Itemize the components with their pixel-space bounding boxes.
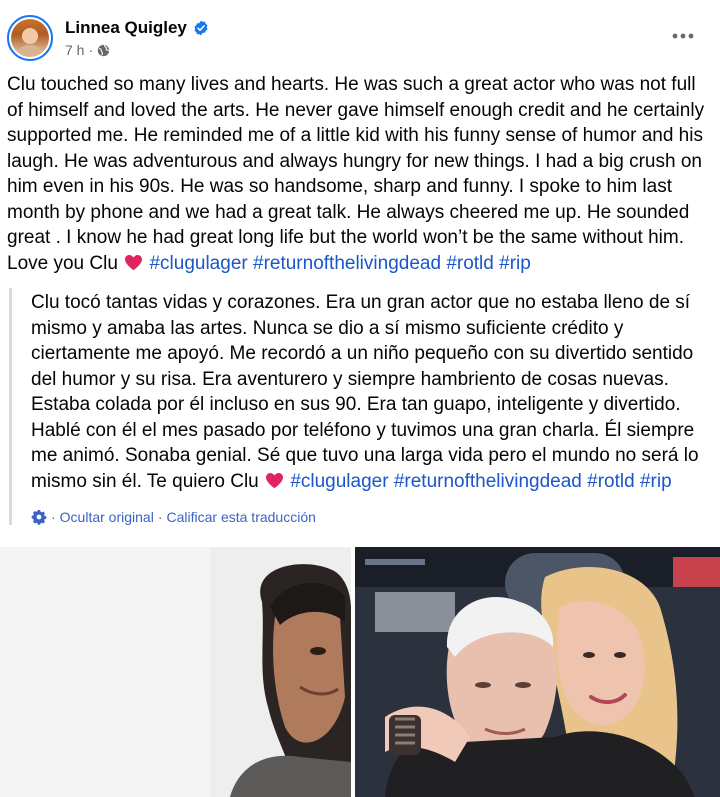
post-header: Linnea Quigley 7 h · (7, 14, 209, 62)
hashtag-link[interactable]: #rotld (587, 471, 635, 492)
hashtag-link[interactable]: #rotld (446, 253, 494, 274)
hashtag-link[interactable]: #returnofthelivingdead (253, 253, 441, 274)
more-options-icon (672, 33, 694, 39)
author-name[interactable]: Linnea Quigley (65, 18, 187, 38)
photo-1-image (0, 547, 351, 797)
globe-icon[interactable] (97, 44, 110, 57)
red-heart-emoji-icon (265, 471, 284, 488)
post-body-text: Clu touched so many lives and hearts. He… (7, 72, 707, 276)
actions-separator: · (157, 509, 163, 525)
translation-block: Clu tocó tantas vidas y corazones. Era u… (9, 288, 707, 525)
hashtag-link[interactable]: #returnofthelivingdead (394, 471, 582, 492)
verified-badge-icon (193, 20, 209, 36)
hashtag-link[interactable]: #rip (640, 471, 672, 492)
more-options-button[interactable] (668, 24, 698, 48)
hashtag-link[interactable]: #clugulager (290, 471, 388, 492)
post-photo-2[interactable] (355, 547, 720, 797)
gear-icon[interactable] (31, 509, 47, 525)
post-timestamp[interactable]: 7 h (65, 42, 84, 58)
facebook-post: Linnea Quigley 7 h · Clu touched so many… (0, 0, 720, 797)
actions-separator: · (51, 509, 56, 525)
avatar[interactable] (7, 15, 53, 61)
hashtag-link[interactable]: #rip (499, 253, 531, 274)
author-row: Linnea Quigley (65, 18, 209, 38)
subline-separator: · (88, 42, 94, 58)
post-photo-1[interactable] (0, 547, 351, 797)
body-text-run: Clu touched so many lives and hearts. He… (7, 74, 705, 274)
post-photos (0, 547, 720, 797)
red-heart-emoji-icon (124, 253, 143, 270)
post-meta: Linnea Quigley 7 h · (65, 18, 209, 58)
photo-2-image (355, 547, 720, 797)
hashtag-link[interactable]: #clugulager (149, 253, 247, 274)
translation-actions: · Ocultar original · Calificar esta trad… (31, 509, 707, 525)
hide-original-link[interactable]: Ocultar original (60, 509, 154, 525)
post-subline: 7 h · (65, 42, 209, 58)
profile-photo (11, 19, 49, 57)
translated-text: Clu tocó tantas vidas y corazones. Era u… (31, 288, 707, 494)
rate-translation-link[interactable]: Calificar esta traducción (167, 509, 316, 525)
body-text-run: Clu tocó tantas vidas y corazones. Era u… (31, 292, 699, 492)
